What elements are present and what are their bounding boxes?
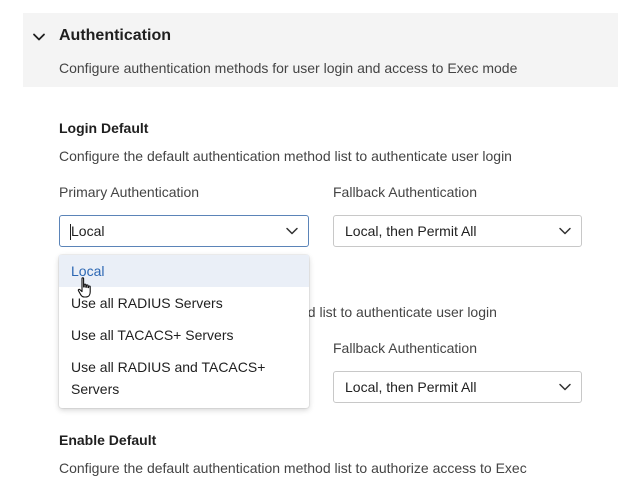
chevron-down-icon[interactable] — [31, 29, 47, 45]
dropdown-option-tacacs[interactable]: Use all TACACS+ Servers — [59, 324, 309, 346]
dropdown-option-radius-tacacs-line2: Servers — [71, 381, 120, 397]
dropdown-option-radius-tacacs[interactable]: Use all RADIUS and TACACS+ Servers — [59, 356, 309, 400]
dropdown-option-radius[interactable]: Use all RADIUS Servers — [59, 292, 309, 314]
dropdown-option-radius-tacacs-line1: Use all RADIUS and TACACS+ — [71, 359, 266, 375]
dropdown-option-local[interactable]: Local — [59, 255, 309, 287]
primary-authentication-dropdown: Local Use all RADIUS Servers Use all TAC… — [59, 255, 309, 408]
fallback-authentication-label: Fallback Authentication — [333, 184, 477, 200]
second-fallback-authentication-value: Local, then Permit All — [345, 379, 477, 395]
fallback-authentication-select[interactable]: Local, then Permit All — [333, 215, 582, 247]
second-fallback-authentication-label: Fallback Authentication — [333, 340, 477, 356]
enable-default-description: Configure the default authentication met… — [59, 460, 527, 476]
section-title: Authentication — [59, 27, 171, 44]
chevron-down-icon — [559, 227, 571, 235]
login-default-title: Login Default — [59, 120, 149, 136]
primary-authentication-label: Primary Authentication — [59, 184, 200, 200]
second-group-description: od list to authenticate user login — [300, 304, 497, 320]
login-default-description: Configure the default authentication met… — [59, 148, 512, 164]
fallback-authentication-value: Local, then Permit All — [345, 223, 477, 239]
chevron-down-icon — [559, 383, 571, 391]
primary-authentication-select[interactable]: Local — [59, 215, 309, 247]
section-description: Configure authentication methods for use… — [59, 60, 518, 76]
chevron-down-icon — [286, 227, 298, 235]
primary-authentication-value: Local — [71, 223, 105, 239]
hand-pointer-icon — [77, 277, 91, 298]
second-fallback-authentication-select[interactable]: Local, then Permit All — [333, 371, 582, 403]
enable-default-title: Enable Default — [59, 432, 157, 448]
